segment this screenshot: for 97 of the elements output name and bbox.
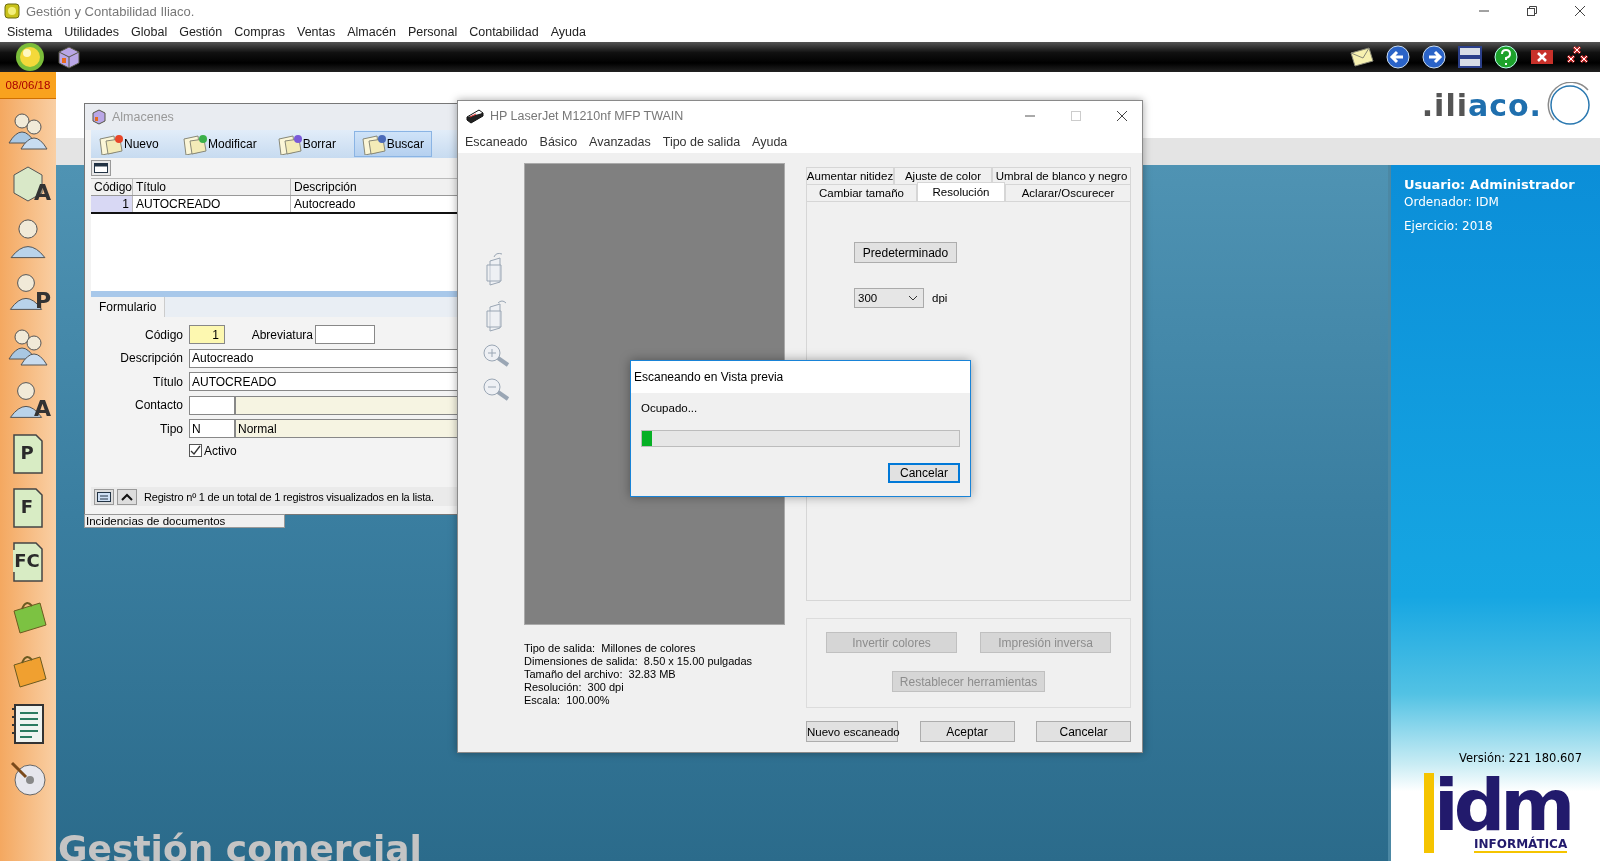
table-icon (94, 163, 108, 173)
caret-icon (908, 295, 918, 301)
close-icon[interactable] (1574, 5, 1586, 17)
envelope-icon[interactable] (1348, 44, 1376, 70)
checkbox-label: Activo (204, 443, 237, 458)
detail-text: Tamaño del archivo: 32.83 MB (524, 668, 677, 681)
toolbar-button[interactable]: Borrar (269, 131, 348, 157)
sidebar-button[interactable]: F (3, 485, 53, 531)
menu-item[interactable]: Compras (228, 25, 291, 39)
window-stack-icon[interactable] (1456, 44, 1484, 70)
field-label: Contacto (133, 398, 184, 412)
tab[interactable]: Incidencias de documentos (84, 514, 285, 528)
folder-icon (98, 133, 124, 155)
tab[interactable]: Umbral de blanco y negro (992, 167, 1131, 184)
status-message: Ocupado... (641, 402, 699, 414)
tab[interactable]: Ajuste de color (894, 167, 992, 184)
menu-item[interactable]: Sistema (1, 25, 59, 39)
folder-icon (276, 133, 303, 155)
folder-icon (182, 133, 208, 155)
view-button[interactable] (91, 160, 111, 176)
toolbar-button[interactable]: Nuevo (91, 131, 169, 157)
menu-item[interactable]: Utilidades (58, 25, 126, 39)
field-label: Título (152, 374, 184, 389)
close-icon[interactable] (1116, 110, 1128, 122)
menu-item[interactable]: Ayuda (746, 135, 794, 149)
scanner-icon (466, 108, 484, 124)
menu-item[interactable]: Contabilidad (463, 25, 545, 39)
detail-text: Escala: 100.00% (524, 694, 611, 707)
list-icon (97, 491, 111, 502)
status-text: Registro nº 1 de un total de 1 registros visualizados en la lista. (144, 490, 434, 503)
input-field[interactable]: Autocreado (189, 348, 458, 368)
menu-item[interactable]: Escaneado (459, 135, 534, 149)
menu-item[interactable]: Gestión (173, 25, 229, 39)
menu-item[interactable]: Ayuda (544, 25, 592, 39)
field-label: Abreviatura (250, 327, 314, 342)
menu-item[interactable]: Ventas (291, 25, 342, 39)
menu-item[interactable]: Global (125, 25, 174, 39)
input-field[interactable]: AUTOCREADO (189, 372, 458, 391)
input-field[interactable] (235, 395, 458, 415)
tab[interactable]: Aumentar nitidez (806, 167, 894, 184)
sidebar-button[interactable]: P (3, 269, 53, 315)
field-label: Tipo (159, 421, 184, 436)
folder-icon (360, 133, 387, 155)
tab[interactable]: Cambiar tamaño (806, 184, 917, 201)
check-icon (190, 445, 201, 456)
tab[interactable]: Aclarar/Oscurecer (1005, 184, 1131, 201)
column-header[interactable]: Título (133, 179, 291, 195)
window-title: Almacenes (112, 110, 174, 124)
sidebar-button[interactable]: A (3, 161, 53, 207)
input-field[interactable] (315, 325, 375, 344)
module-title: Gestión comercial (58, 828, 422, 861)
menu-item[interactable]: Tipo de salida (656, 135, 747, 149)
button[interactable]: Cancelar (1036, 721, 1131, 742)
restore-icon[interactable] (1526, 5, 1538, 17)
menu-item[interactable]: Básico (533, 135, 584, 149)
caret-icon (121, 492, 133, 501)
input-field[interactable]: Normal (235, 419, 458, 438)
help-icon[interactable] (1492, 44, 1520, 70)
collapse-button[interactable] (117, 488, 137, 505)
sidebar-button[interactable]: FC (3, 539, 53, 585)
button[interactable]: Aceptar (919, 721, 1015, 742)
button[interactable]: Nuevo escaneado (806, 721, 898, 742)
menu-item[interactable]: Avanzadas (583, 135, 657, 149)
input-field[interactable]: N (189, 419, 235, 438)
window-title: HP LaserJet M1210nf MFP TWAIN (490, 109, 684, 123)
computer-label: Ordenador: IDM (1404, 195, 1500, 209)
user-label: Usuario: Administrador (1404, 177, 1576, 192)
unit-label: dpi (932, 292, 948, 304)
detail-text: Tipo de salida: Millones de colores (524, 642, 697, 655)
year-label: Ejercicio: 2018 (1404, 219, 1494, 233)
logo: .iliaco. (1421, 87, 1542, 123)
cancel-button[interactable]: Cancelar (888, 463, 960, 483)
toolbar-button[interactable]: Buscar (353, 131, 432, 157)
checkbox[interactable] (189, 444, 202, 457)
detail-text: Dimensiones de salida: 8.50 x 15.00 pulgadas (524, 655, 754, 668)
form-tab[interactable]: Formulario (91, 297, 166, 317)
menu-item[interactable]: Almacén (341, 25, 402, 39)
tab[interactable]: Resolución (917, 182, 1005, 201)
date-label: 08/06/18 (0, 72, 56, 99)
input-field[interactable]: 1 (189, 325, 225, 344)
input-field[interactable] (189, 395, 235, 415)
window-title: Gestión y Contabilidad Iliaco. (26, 3, 195, 19)
list-button[interactable] (94, 488, 114, 505)
button[interactable]: Predeterminado (854, 242, 957, 263)
detail-text: Resolución: 300 dpi (524, 681, 625, 694)
dialog-title: Escaneando en Vista previa (634, 370, 784, 384)
version-label: Versión: 221 180.607 (1459, 751, 1582, 765)
sidebar-button[interactable]: A (3, 377, 53, 423)
sidebar-button[interactable]: P (3, 431, 53, 477)
toolbar-button[interactable]: Modificar (175, 131, 264, 157)
column-header[interactable]: Código (91, 179, 133, 195)
menu-item[interactable]: Personal (401, 25, 464, 39)
resolution-dropdown[interactable]: 300 (854, 288, 924, 308)
app-icon (4, 3, 20, 19)
table-row[interactable]: 1 AUTOCREADO Autocreado (91, 196, 458, 214)
field-label: Código (143, 327, 184, 342)
field-label: Descripción (119, 351, 184, 365)
